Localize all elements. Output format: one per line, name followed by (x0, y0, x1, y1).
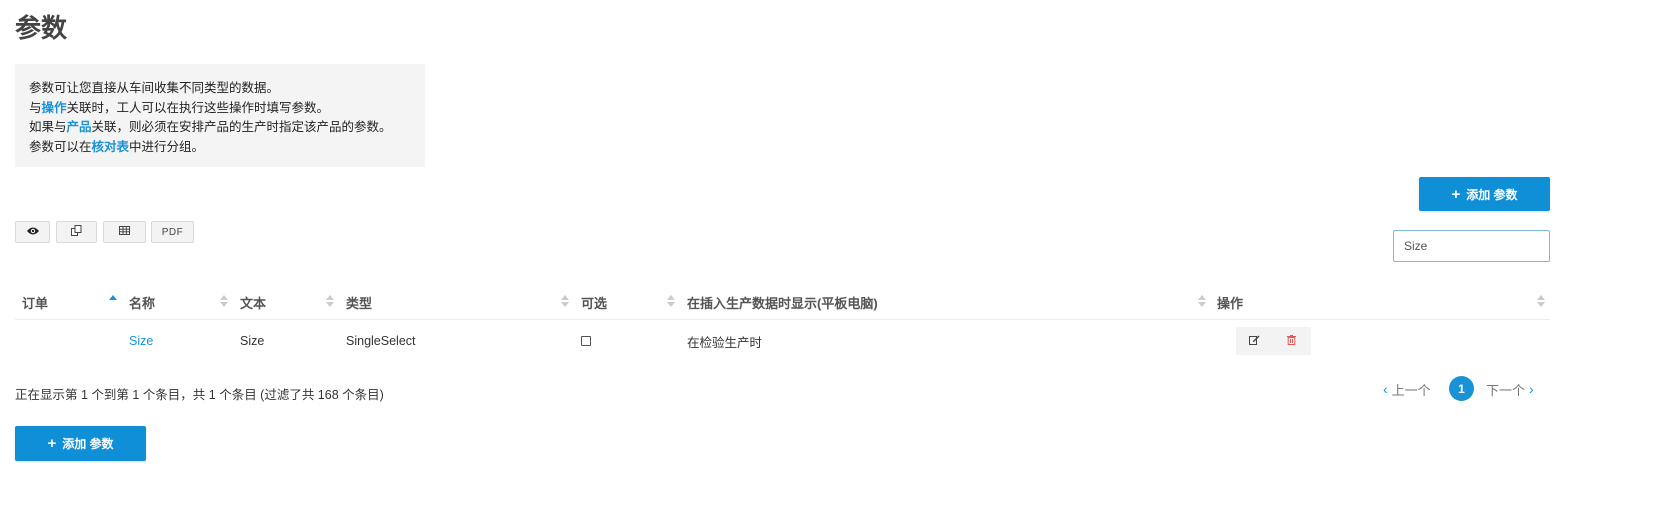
add-parameter-label: 添加 参数 (1466, 187, 1518, 202)
table-info: 正在显示第 1 个到第 1 个条目，共 1 个条目 (过滤了共 168 个条目) (15, 388, 384, 402)
column-header-display-tablet[interactable]: 在插入生产数据时显示(平板电脑) (687, 285, 878, 319)
optional-checkbox[interactable] (581, 336, 591, 346)
chevron-left-icon: ‹ (1383, 381, 1388, 397)
plus-icon: + (47, 435, 57, 452)
table-header: 订单 名称 文本 类型 可选 在插入生产数据时显示(平板电脑) 操作 (15, 285, 1550, 320)
sort-icon[interactable] (561, 294, 569, 310)
parameter-type: SingleSelect (346, 334, 416, 348)
products-link[interactable]: 产品 (67, 120, 92, 134)
add-parameter-label: 添加 参数 (62, 437, 114, 451)
trash-icon (1287, 332, 1296, 350)
pdf-label: PDF (161, 226, 184, 238)
info-line-3: 如果与产品关联，则必须在安排产品的生产时指定该产品的参数。 (29, 120, 392, 134)
add-parameter-button-top[interactable]: + 添加 参数 (1419, 177, 1550, 211)
column-header-type[interactable]: 类型 (346, 285, 372, 319)
sort-icon[interactable] (1198, 294, 1206, 310)
delete-button[interactable] (1273, 327, 1310, 355)
sort-icon[interactable] (667, 294, 675, 310)
parameter-name-link[interactable]: Size (129, 320, 153, 362)
info-line-4: 参数可以在核对表中进行分组。 (29, 139, 205, 154)
parameter-name[interactable]: Size (129, 334, 153, 348)
info-box: 参数可让您直接从车间收集不同类型的数据。 与操作关联时，工人可以在执行这些操作时… (15, 64, 425, 167)
csv-export-button[interactable] (103, 221, 146, 243)
info-line-2: 与操作关联时，工人可以在执行这些操作时填写参数。 (29, 100, 330, 115)
edit-icon (1249, 332, 1260, 350)
column-header-actions[interactable]: 操作 (1217, 285, 1243, 319)
sort-icon[interactable] (326, 294, 334, 310)
chevron-right-icon: › (1529, 381, 1534, 397)
checklists-link[interactable]: 核对表 (92, 140, 130, 154)
previous-label: 上一个 (1391, 382, 1431, 398)
table-row: Size Size SingleSelect 在检验生产时 (15, 320, 1550, 362)
page-title: 参数 (15, 13, 68, 43)
column-header-name[interactable]: 名称 (129, 285, 155, 319)
info-line-1: 参数可让您直接从车间收集不同类型的数据。 (29, 81, 280, 95)
copy-button[interactable] (56, 221, 97, 243)
search-input[interactable] (1393, 230, 1550, 262)
column-header-optional[interactable]: 可选 (581, 285, 607, 319)
row-actions (1236, 327, 1311, 355)
edit-button[interactable] (1236, 327, 1273, 355)
table-icon (119, 226, 130, 238)
parameter-text: Size (240, 334, 265, 348)
parameter-display: 在检验生产时 (687, 335, 763, 350)
sort-icon[interactable] (220, 294, 228, 310)
sort-asc-icon[interactable] (109, 294, 117, 310)
next-label: 下一个 (1486, 382, 1526, 398)
add-parameter-button-bottom[interactable]: + 添加 参数 (15, 426, 146, 461)
operations-link[interactable]: 操作 (42, 101, 67, 115)
copy-icon (71, 225, 82, 239)
pagination-previous[interactable]: ‹ 上一个 (1383, 380, 1431, 398)
sort-icon[interactable] (1537, 294, 1545, 310)
column-header-text[interactable]: 文本 (240, 285, 266, 319)
pagination-next[interactable]: 下一个 › (1486, 380, 1534, 398)
pagination-page-1[interactable]: 1 (1449, 376, 1474, 401)
plus-icon: + (1451, 185, 1461, 203)
column-header-order[interactable]: 订单 (22, 285, 48, 319)
pdf-export-button[interactable]: PDF (151, 221, 194, 243)
column-visibility-button[interactable] (15, 221, 50, 243)
eye-icon (26, 226, 40, 239)
